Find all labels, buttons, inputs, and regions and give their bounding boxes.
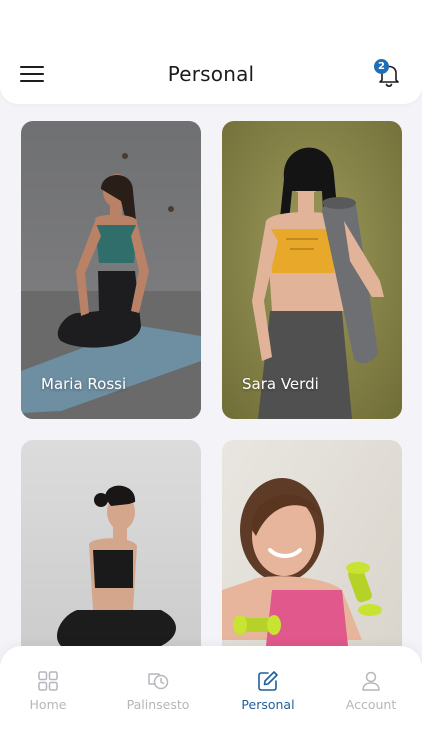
trainer-name: Sara Verdi <box>242 375 319 393</box>
tab-home[interactable]: Home <box>0 670 98 712</box>
tab-palinsesto[interactable]: Palinsesto <box>108 670 208 712</box>
tab-label: Home <box>29 697 67 712</box>
trainer-name: Maria Rossi <box>41 375 127 393</box>
page-title: Personal <box>167 62 255 86</box>
tab-personal[interactable]: Personal <box>218 670 318 712</box>
tab-account[interactable]: Account <box>321 670 421 712</box>
tab-label: Palinsesto <box>126 697 190 712</box>
app-header: Personal 2 <box>0 0 422 104</box>
bottom-tab-bar: Home Palinsesto Personal Account <box>0 646 422 750</box>
tab-label: Personal <box>241 697 295 712</box>
notification-badge: 2 <box>374 59 389 74</box>
trainer-card-maria-rossi[interactable]: Maria Rossi <box>21 121 201 419</box>
user-icon <box>362 671 380 691</box>
notifications-button[interactable]: 2 <box>374 59 404 90</box>
grid-icon <box>38 671 58 691</box>
schedule-icon <box>148 673 169 690</box>
tab-label: Account <box>345 697 397 712</box>
edit-icon <box>258 671 278 691</box>
trainer-card-sara-verdi[interactable]: Sara Verdi <box>222 121 402 419</box>
